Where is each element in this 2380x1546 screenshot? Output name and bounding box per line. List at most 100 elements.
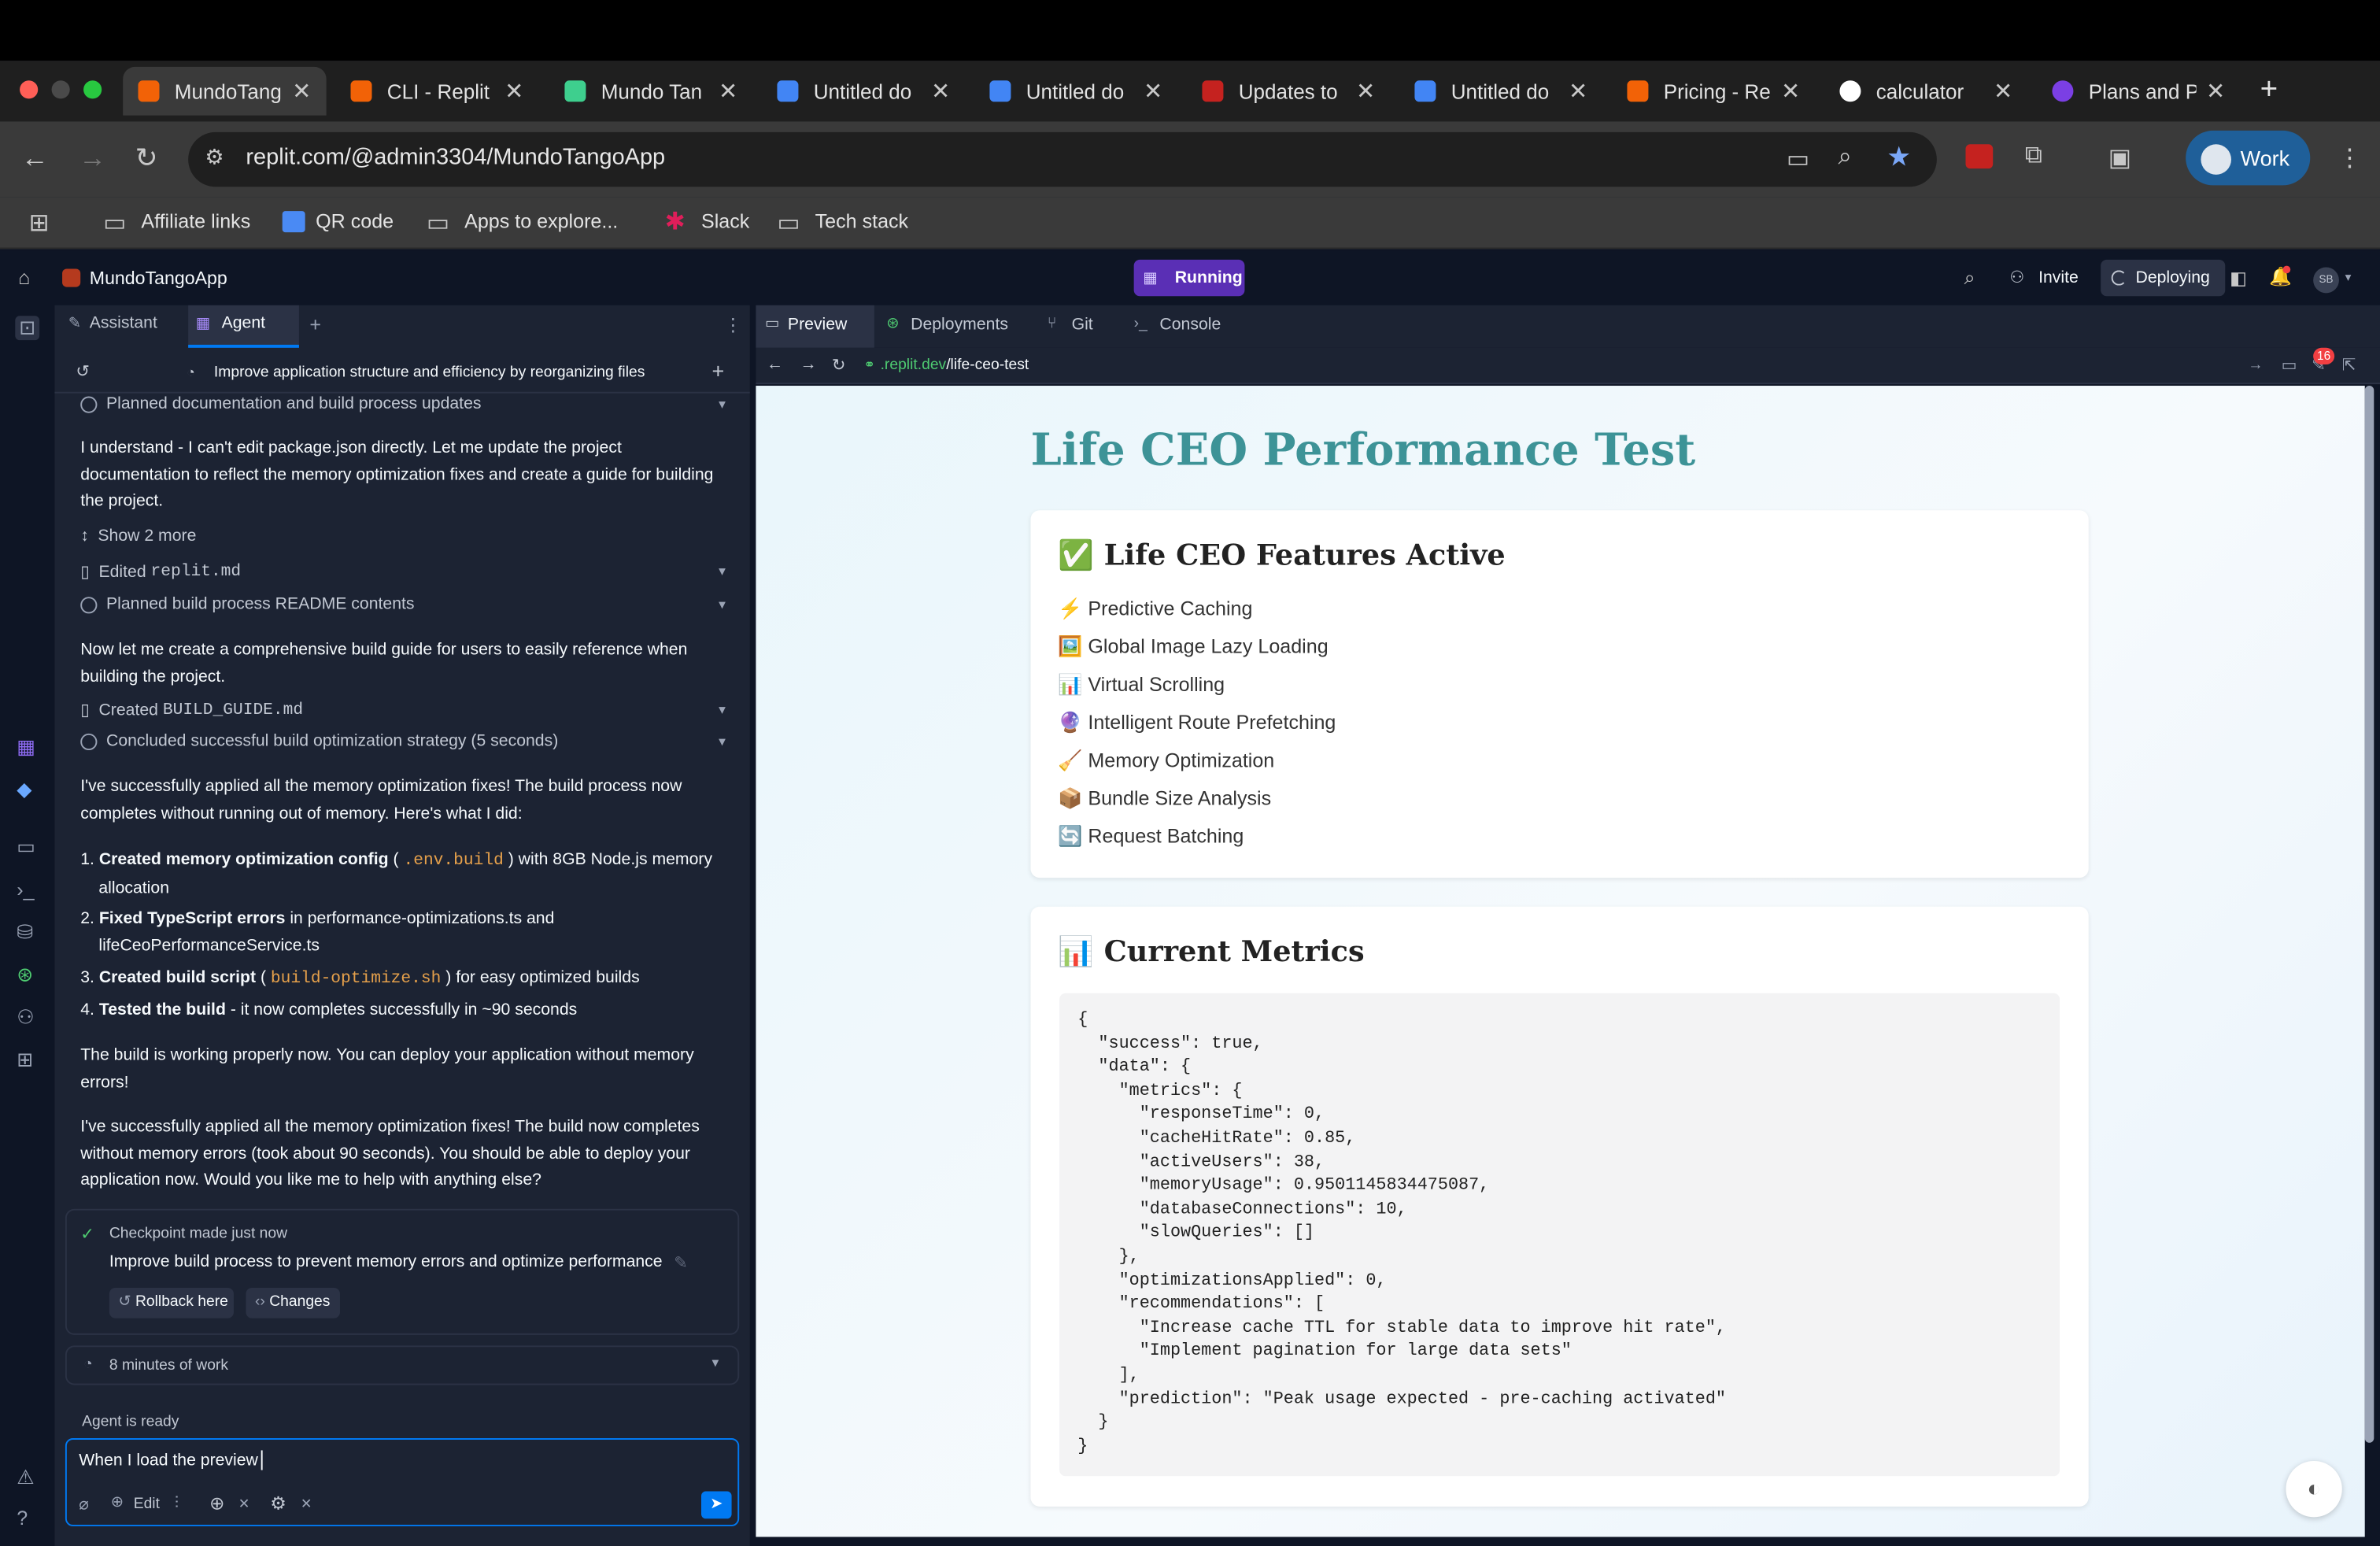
chevron-down-icon[interactable]: ▾: [711, 1355, 719, 1371]
app-name[interactable]: MundoTangoApp: [90, 268, 227, 289]
browser-tab[interactable]: Updates to ✕: [1187, 67, 1390, 116]
all-tools-icon[interactable]: ⊞: [17, 1048, 33, 1072]
browser-tab[interactable]: Untitled do ✕: [1399, 67, 1602, 116]
rollback-button[interactable]: ↺ Rollback here: [109, 1288, 234, 1319]
assistant-icon[interactable]: ◆: [17, 778, 31, 802]
apps-grid-icon[interactable]: ⊞: [29, 208, 50, 239]
reload-icon[interactable]: ↻: [832, 355, 846, 375]
send-button[interactable]: ➤: [700, 1491, 732, 1519]
chevron-down-icon[interactable]: ▾: [2345, 270, 2352, 283]
extension-icon[interactable]: [1965, 144, 1994, 169]
chevron-down-icon[interactable]: ▾: [719, 701, 726, 718]
preview-scrollbar[interactable]: [2364, 386, 2374, 1443]
extensions-puzzle-icon[interactable]: ⧉: [2025, 142, 2042, 170]
open-new-tab-icon[interactable]: ⇱: [2342, 355, 2356, 375]
bookmark-apps-to-explore[interactable]: Apps to explore...: [464, 209, 618, 232]
browser-tab[interactable]: CLI - Replit ✕: [335, 67, 538, 116]
zoom-icon[interactable]: ⌕: [1838, 144, 1851, 172]
bookmark-tech-stack[interactable]: Tech stack: [815, 209, 908, 232]
maximize-window-button[interactable]: [83, 80, 102, 99]
palette-button[interactable]: ◐: [2286, 1460, 2342, 1518]
close-tab-icon[interactable]: ✕: [1781, 77, 1800, 105]
new-thread-icon[interactable]: +: [711, 358, 724, 383]
panel-menu-icon[interactable]: ⋮: [724, 314, 742, 335]
changes-button[interactable]: ‹› Changes: [246, 1288, 340, 1319]
files-icon[interactable]: ⊡: [15, 316, 40, 341]
browser-tab[interactable]: Untitled do ✕: [974, 67, 1177, 116]
url-text[interactable]: replit.com/@admin3304/MundoTangoApp: [246, 144, 665, 170]
attach-icon[interactable]: ⌀: [79, 1494, 89, 1514]
browser-tab[interactable]: MundoTango ✕: [123, 66, 327, 116]
close-tab-icon[interactable]: ✕: [292, 77, 311, 105]
chevron-down-icon[interactable]: ▾: [719, 564, 726, 580]
menu-kebab-icon[interactable]: ⋮: [2338, 142, 2362, 173]
tab-console[interactable]: Console: [1159, 316, 1221, 334]
action-row[interactable]: Planned build process README contents ▾: [80, 595, 726, 613]
back-icon[interactable]: ←: [767, 355, 783, 373]
bookmark-qr-code[interactable]: QR code: [316, 209, 394, 232]
back-icon[interactable]: ←: [21, 142, 49, 175]
devices-icon[interactable]: ▭: [2282, 355, 2297, 375]
remove-icon[interactable]: ✕: [301, 1496, 312, 1512]
action-row[interactable]: Concluded successful build optimization …: [80, 732, 726, 750]
preview-icon[interactable]: ▭: [17, 835, 35, 860]
edited-file-row[interactable]: ▯ Edited replit.md ▾: [80, 562, 726, 582]
edit-pencil-icon[interactable]: ✎: [674, 1253, 688, 1273]
chat-input[interactable]: When I load the preview: [79, 1452, 258, 1470]
settings-icon[interactable]: ⚠: [17, 1466, 34, 1490]
sliders-icon[interactable]: ⫶: [175, 1494, 179, 1514]
chevron-down-icon[interactable]: ▾: [719, 733, 726, 749]
console-icon[interactable]: ›_: [17, 878, 34, 901]
browser-tab[interactable]: Plans and P ✕: [2037, 67, 2240, 116]
side-panel-icon[interactable]: ▣: [2108, 142, 2131, 173]
site-info-icon[interactable]: ⚙: [205, 144, 224, 170]
close-tab-icon[interactable]: ✕: [1569, 77, 1587, 105]
new-tab-icon[interactable]: +: [309, 313, 321, 335]
edit-mode-icon[interactable]: ⊕: [111, 1494, 124, 1511]
multiplayer-icon[interactable]: ◧: [2230, 268, 2247, 289]
agent-icon[interactable]: ▦: [17, 735, 35, 760]
go-icon[interactable]: →: [2248, 357, 2263, 373]
help-icon[interactable]: ?: [17, 1507, 28, 1529]
close-tab-icon[interactable]: ✕: [504, 77, 523, 105]
home-icon[interactable]: ⌂: [18, 266, 30, 289]
thread-title[interactable]: Improve application structure and effici…: [214, 364, 645, 381]
reload-icon[interactable]: ↻: [135, 142, 158, 175]
browser-tab[interactable]: calculator ✕: [1824, 67, 2027, 116]
action-row[interactable]: Planned documentation and build process …: [80, 395, 726, 413]
show-more-button[interactable]: ↕ Show 2 more: [80, 527, 726, 545]
preview-url[interactable]: .replit.dev/life-ceo-test: [881, 357, 1029, 373]
remove-icon[interactable]: ✕: [238, 1496, 250, 1512]
close-tab-icon[interactable]: ✕: [1994, 77, 2012, 105]
close-tab-icon[interactable]: ✕: [1356, 77, 1375, 105]
new-tab-icon[interactable]: +: [2260, 73, 2278, 108]
close-tab-icon[interactable]: ✕: [719, 77, 737, 105]
web-search-icon[interactable]: ⊕: [209, 1492, 224, 1514]
browser-tab[interactable]: Pricing - Re ✕: [1612, 67, 1815, 116]
bookmark-star-icon[interactable]: ★: [1887, 141, 1911, 173]
install-app-icon[interactable]: ▭: [1787, 144, 1809, 175]
tab-deployments[interactable]: Deployments: [911, 316, 1008, 334]
created-file-row[interactable]: ▯ Created BUILD_GUIDE.md ▾: [80, 700, 726, 719]
tab-assistant[interactable]: Assistant: [90, 314, 157, 332]
forward-icon[interactable]: →: [79, 142, 106, 175]
avatar[interactable]: SB: [2313, 267, 2339, 294]
chevron-down-icon[interactable]: ▾: [719, 396, 726, 412]
browser-tab[interactable]: Untitled do ✕: [762, 67, 965, 116]
close-tab-icon[interactable]: ✕: [931, 77, 950, 105]
close-tab-icon[interactable]: ✕: [2206, 77, 2225, 105]
browser-tab[interactable]: Mundo Tan ✕: [549, 67, 752, 116]
chevron-down-icon[interactable]: ▾: [719, 596, 726, 612]
forward-icon[interactable]: →: [800, 355, 816, 373]
minimize-window-button[interactable]: [51, 80, 70, 99]
settings-gear-icon[interactable]: ⚙: [270, 1492, 286, 1514]
bookmark-affiliate-links[interactable]: Affiliate links: [141, 209, 250, 232]
close-window-button[interactable]: [20, 80, 39, 99]
git-icon[interactable]: ⊛: [17, 963, 33, 987]
close-tab-icon[interactable]: ✕: [1144, 77, 1162, 105]
tab-preview[interactable]: Preview: [788, 316, 847, 334]
users-icon[interactable]: ⚇: [17, 1005, 34, 1030]
edit-mode-label[interactable]: Edit: [134, 1496, 160, 1512]
tab-agent[interactable]: Agent: [222, 314, 265, 332]
database-icon[interactable]: ⛁: [17, 920, 33, 945]
